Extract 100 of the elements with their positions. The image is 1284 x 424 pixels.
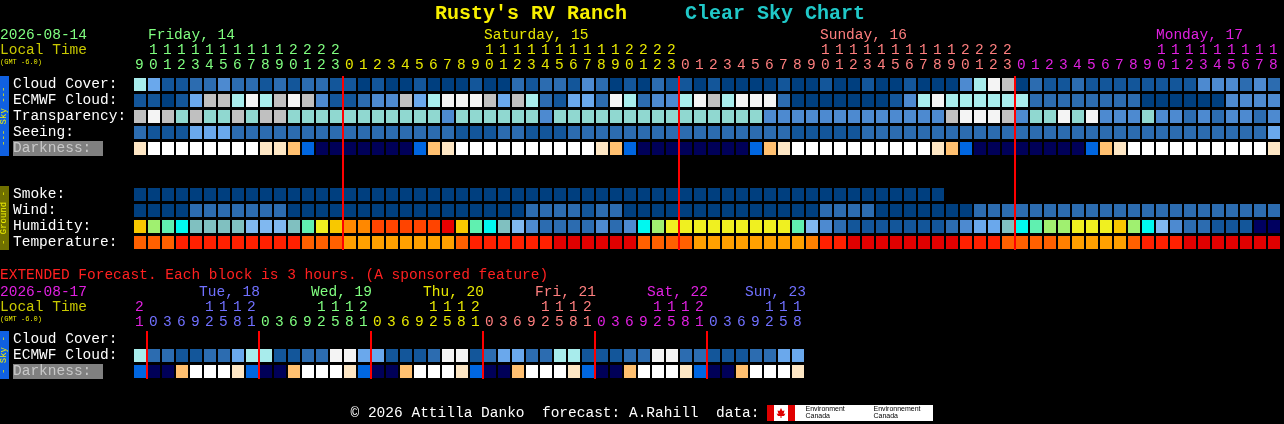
hour-label: 12 [653,300,662,330]
hour-label: 2 [709,58,718,73]
hour-label: 21 [359,300,368,330]
hour-label: 3 [387,315,396,330]
local-time-label: Local Time [0,43,87,58]
hour-label: 21 [639,43,648,73]
hour-label: 19 [611,43,620,73]
row-label: Smoke: [13,186,66,202]
hour-label: 6 [429,58,438,73]
extended-forecast-heading: EXTENDED Forecast. Each block is 3 hours. (A sponsored feature) [0,267,549,283]
hour-label: 5 [415,58,424,73]
hour-label: 18 [261,43,270,73]
hour-label: 22 [989,43,998,73]
hour-label: 0 [485,315,494,330]
hour-label: 10 [485,43,494,73]
hour-label: 14 [541,43,550,73]
hour-label: 18 [681,300,690,330]
hour-label: 11 [499,43,508,73]
hour-label: 18 [1269,43,1278,73]
row-label: Humidity: [13,218,92,234]
row-label: Seeing: [13,124,74,140]
hour-label: 22 [317,43,326,73]
hour-label: 2 [373,58,382,73]
hour-label: 18 [793,300,802,330]
hour-label: 9 [471,58,480,73]
day-label: Sat, 22 [647,285,708,300]
hour-label: 17 [1255,43,1264,73]
day-label: Friday, 14 [148,28,235,43]
flag-icon [767,404,796,421]
hour-label: 18 [233,300,242,330]
hour-label: 8 [1129,58,1138,73]
hour-label: 18 [569,300,578,330]
hour-label: 13 [1199,43,1208,73]
hour-label: 20 [289,43,298,73]
hour-label: 9 [135,58,144,73]
hour-label: 12 [849,43,858,73]
hour-label: 9 [527,315,536,330]
hour-label: 15 [779,300,788,330]
hour-label: 15 [443,300,452,330]
hour-label: 12 [541,300,550,330]
hour-label: 3 [723,315,732,330]
hour-label: 12 [765,300,774,330]
hour-label: 9 [1143,58,1152,73]
hour-label: 0 [149,315,158,330]
hour-label: 6 [289,315,298,330]
hour-label: 10 [821,43,830,73]
hour-label: 16 [569,43,578,73]
row-label: Cloud Cover: [13,331,118,347]
credit-text: © 2026 Attilla Danko forecast: A.Rahill data: [350,404,760,421]
hour-label: 14 [877,43,886,73]
hour-label: 6 [513,315,522,330]
hour-label: 5 [1087,58,1096,73]
hour-label: 3 [1059,58,1068,73]
chart-title: Clear Sky Chart [685,1,866,25]
hour-label: 16 [1241,43,1250,73]
hour-label: 6 [737,315,746,330]
hour-label: 8 [793,58,802,73]
hour-label: 20 [625,43,634,73]
hour-label: 13 [863,43,872,73]
hour-label: 8 [457,58,466,73]
hour-label: 12 [317,300,326,330]
hour-label: 0 [681,58,690,73]
hour-label: 3 [499,315,508,330]
hour-label: 18 [345,300,354,330]
hour-label: 15 [219,43,228,73]
hour-label: 14 [205,43,214,73]
day-label: Thu, 20 [423,285,484,300]
hour-label: 23 [667,43,676,73]
row-label: Darkness: [13,140,104,156]
hour-label: 21 [695,300,704,330]
hour-label: 6 [625,315,634,330]
day-label: Saturday, 15 [484,28,589,43]
hour-label: 5 [751,58,760,73]
forecast-date: 2026-08-14 [0,28,87,43]
hour-label: 6 [177,315,186,330]
hour-label: 20 [961,43,970,73]
hour-label: 6 [765,58,774,73]
hour-label: 21 [583,300,592,330]
hour-label: 6 [1101,58,1110,73]
hour-label: 0 [1017,58,1026,73]
hour-label: 1 [1031,58,1040,73]
hour-label: 0 [709,315,718,330]
forecast-date: 2026-08-17 [0,285,87,300]
hour-label: 17 [247,43,256,73]
hour-label: 1 [359,58,368,73]
row-label: Temperature: [13,234,118,250]
hour-label: 16 [233,43,242,73]
hour-label: 11 [163,43,172,73]
hour-label: 7 [1115,58,1124,73]
hour-label: 4 [1073,58,1082,73]
hour-label: 3 [723,58,732,73]
hour-label: 18 [457,300,466,330]
hour-label: 17 [919,43,928,73]
hour-label: 21 [303,43,312,73]
row-label: ECMWF Cloud: [13,92,118,108]
hour-label: 19 [947,43,956,73]
hour-label: 23 [331,43,340,73]
day-label: Sun, 23 [745,285,806,300]
hour-label: 15 [667,300,676,330]
hour-label: 3 [611,315,620,330]
